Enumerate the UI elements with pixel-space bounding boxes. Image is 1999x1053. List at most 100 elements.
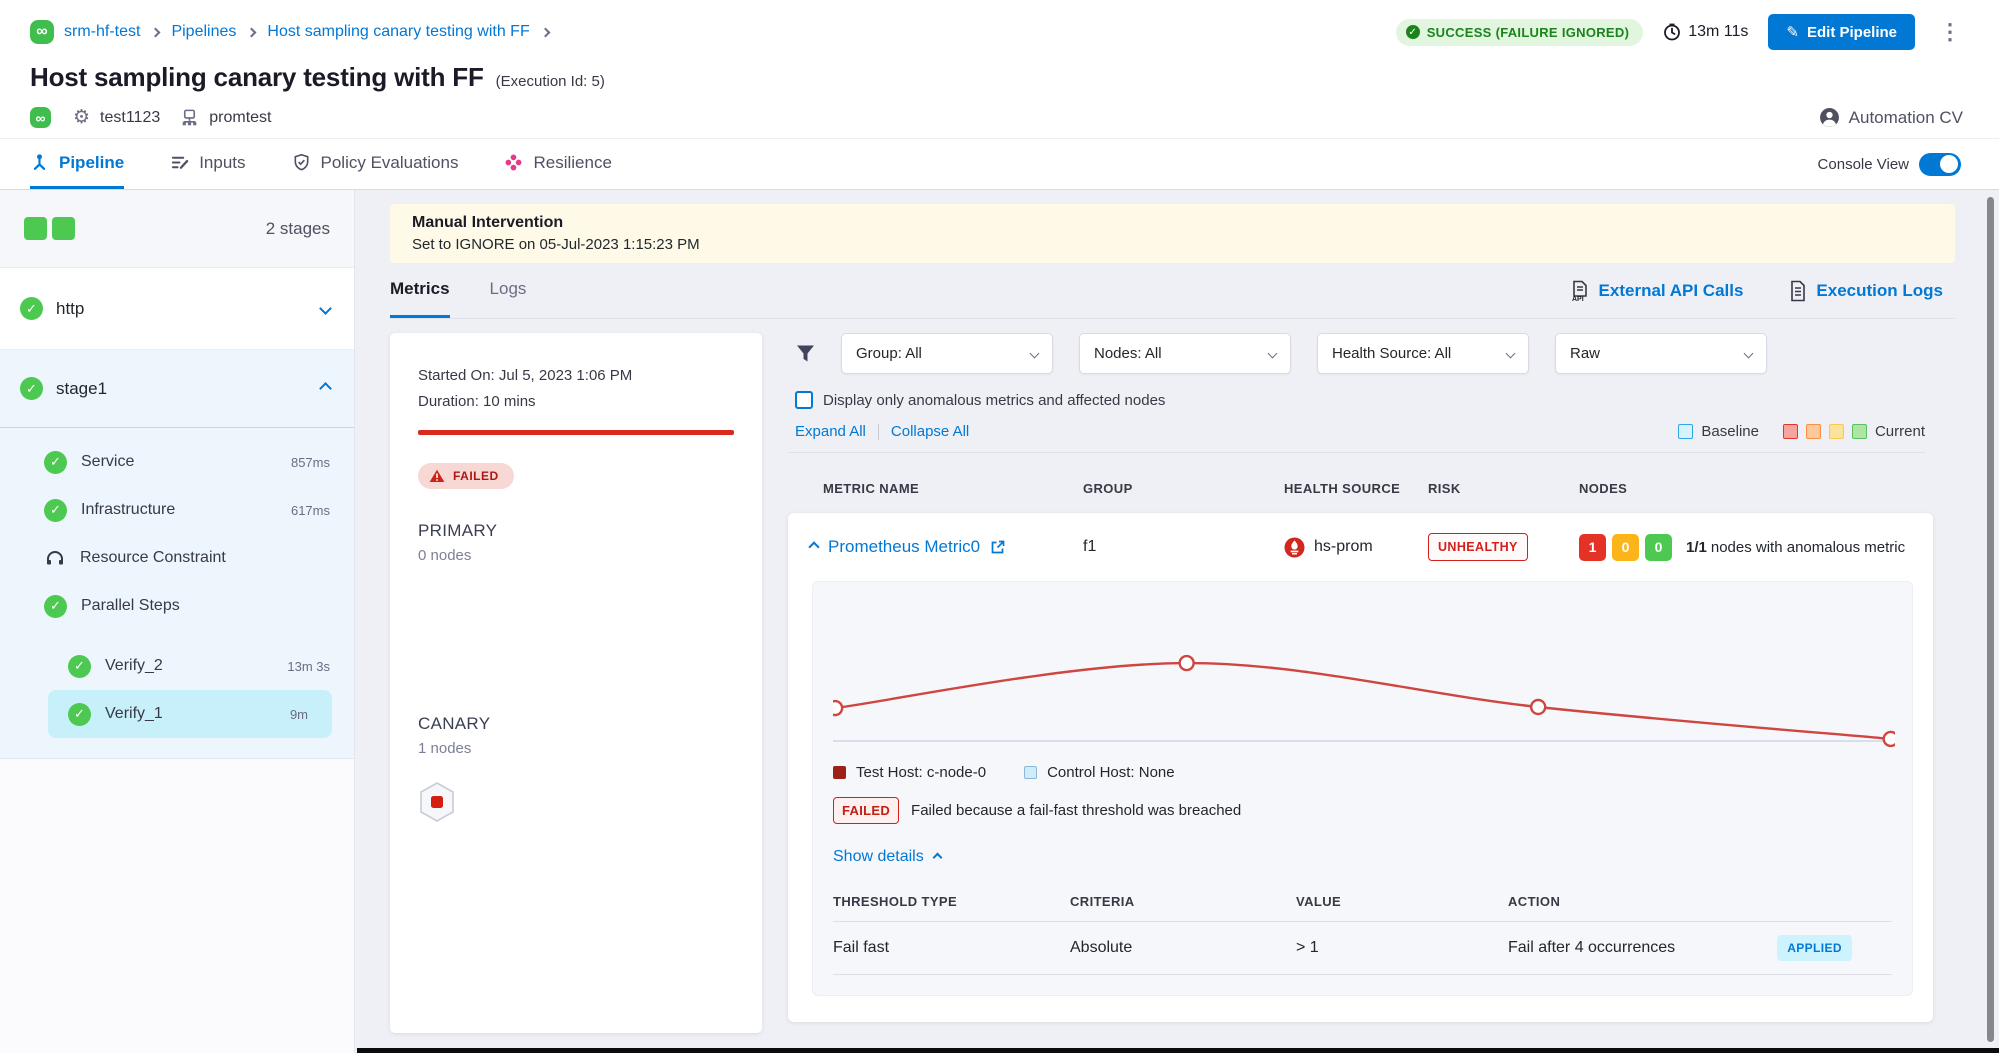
- breadcrumb-project[interactable]: srm-hf-test: [64, 23, 140, 41]
- console-view-toggle[interactable]: [1919, 153, 1961, 176]
- success-check-icon: [68, 703, 91, 726]
- nodes-filter-dropdown[interactable]: Nodes: All: [1079, 333, 1291, 374]
- chevron-down-icon: [1506, 349, 1516, 359]
- divider: [833, 974, 1892, 975]
- checkbox-unchecked[interactable]: [795, 391, 813, 409]
- tab-policy-evaluations[interactable]: Policy Evaluations: [292, 139, 459, 189]
- success-check-icon: [44, 499, 67, 522]
- sidebar-step-infrastructure[interactable]: Infrastructure 617ms: [0, 486, 354, 534]
- sidebar-step-resource-constraint[interactable]: Resource Constraint: [0, 534, 354, 582]
- node-count-red-badge: 1: [1579, 534, 1606, 561]
- current-label: Current: [1875, 423, 1925, 440]
- step-duration: 617ms: [291, 503, 330, 518]
- pencil-icon: [1786, 23, 1799, 41]
- harness-logo-icon: [30, 20, 54, 44]
- tab-pipeline[interactable]: Pipeline: [30, 139, 124, 189]
- canary-group-label: CANARY: [418, 714, 734, 734]
- banner-message: Set to IGNORE on 05-Jul-2023 1:15:23 PM: [412, 236, 1933, 253]
- tab-inputs[interactable]: Inputs: [170, 139, 245, 189]
- step-label: Service: [81, 453, 134, 471]
- execution-logs-link[interactable]: Execution Logs: [1789, 280, 1943, 302]
- metric-chart-panel: Test Host: c-node-0 Control Host: None F…: [812, 581, 1913, 996]
- elapsed-time: 13m 11s: [1663, 23, 1748, 41]
- data-mode-dropdown[interactable]: Raw: [1555, 333, 1767, 374]
- sidebar-step-verify1[interactable]: Verify_1 9m: [48, 690, 332, 738]
- stage-count: 2 stages: [266, 219, 330, 239]
- canary-node-count: 1 nodes: [418, 740, 734, 757]
- chevron-down-icon[interactable]: [321, 300, 330, 318]
- document-icon: [1789, 280, 1807, 302]
- collapse-all-link[interactable]: Collapse All: [891, 423, 969, 440]
- expand-all-link[interactable]: Expand All: [795, 423, 866, 440]
- api-document-icon: API: [1570, 280, 1590, 302]
- stage-name: stage1: [56, 379, 107, 399]
- success-check-icon: [68, 655, 91, 678]
- tab-logs[interactable]: Logs: [490, 263, 527, 318]
- tab-resilience[interactable]: Resilience: [504, 139, 611, 189]
- show-details-link[interactable]: Show details: [833, 848, 941, 866]
- clock-icon: [1663, 23, 1681, 41]
- console-view-label: Console View: [1818, 156, 1909, 173]
- step-duration: 9m: [290, 707, 308, 722]
- external-api-calls-link[interactable]: API External API Calls: [1570, 280, 1744, 302]
- success-check-icon: [1406, 25, 1420, 39]
- metric-name-link[interactable]: Prometheus Metric0: [828, 537, 980, 557]
- col-threshold-type: THRESHOLD TYPE: [833, 894, 1070, 909]
- chevron-up-icon[interactable]: [321, 380, 330, 398]
- edit-pipeline-button[interactable]: Edit Pipeline: [1768, 14, 1915, 50]
- service-name: test1123: [100, 109, 160, 127]
- success-check-icon: [20, 297, 43, 320]
- collapse-metric-chevron[interactable]: [810, 538, 818, 556]
- breadcrumb-pipelines[interactable]: Pipelines: [171, 23, 236, 41]
- chevron-down-icon: [1744, 349, 1754, 359]
- failure-reason-row: FAILED Failed because a fail-fast thresh…: [833, 797, 1892, 824]
- scrollbar[interactable]: [1987, 197, 1994, 1042]
- chevron-down-icon: [1268, 349, 1278, 359]
- environment-name: promtest: [209, 109, 271, 127]
- health-source-name: hs-prom: [1314, 538, 1373, 556]
- col-criteria: CRITERIA: [1070, 894, 1296, 909]
- anomalous-filter-checkbox[interactable]: Display only anomalous metrics and affec…: [788, 391, 1955, 409]
- tab-metrics[interactable]: Metrics: [390, 263, 450, 318]
- triggered-by-user: Automation CV: [1819, 107, 1963, 128]
- failed-badge: FAILED: [833, 797, 899, 824]
- chevron-up-icon: [932, 852, 942, 862]
- sidebar-step-parallel-steps[interactable]: Parallel Steps: [0, 582, 354, 630]
- col-value: VALUE: [1296, 894, 1508, 909]
- canary-node-hexagon[interactable]: [418, 781, 458, 823]
- environment-icon: [180, 108, 199, 127]
- sidebar-step-service[interactable]: Service 857ms: [0, 438, 354, 486]
- external-link-icon[interactable]: [990, 539, 1006, 555]
- step-duration: 13m 3s: [287, 659, 330, 674]
- divider: [788, 452, 1925, 453]
- verification-summary-card: Started On: Jul 5, 2023 1:06 PM Duration…: [390, 333, 762, 1033]
- user-avatar-icon: [1819, 107, 1840, 128]
- sidebar-step-verify2[interactable]: Verify_2 13m 3s: [0, 642, 354, 690]
- step-label: Infrastructure: [81, 501, 175, 519]
- shield-check-icon: [292, 153, 311, 172]
- execution-sidebar: 2 stages http stage1 Service 857ms Infra…: [0, 190, 355, 1053]
- group-filter-dropdown[interactable]: Group: All: [841, 333, 1053, 374]
- toggle-knob: [1940, 155, 1958, 173]
- stage-status-square-icon: [52, 217, 75, 240]
- success-check-icon: [44, 595, 67, 618]
- banner-title: Manual Intervention: [412, 214, 1933, 232]
- page-title: Host sampling canary testing with FF: [30, 62, 484, 93]
- warning-triangle-icon: [429, 469, 445, 483]
- failure-message: Failed because a fail-fast threshold was…: [911, 802, 1241, 819]
- step-duration: 857ms: [291, 455, 330, 470]
- sidebar-stage-http[interactable]: http: [0, 268, 354, 350]
- checkbox-label: Display only anomalous metrics and affec…: [823, 392, 1165, 409]
- sidebar-stage-stage1[interactable]: stage1: [0, 350, 354, 428]
- col-action: ACTION: [1508, 894, 1892, 909]
- breadcrumb-separator-icon: [247, 27, 257, 37]
- breadcrumb-pipeline-name[interactable]: Host sampling canary testing with FF: [267, 23, 529, 41]
- step-label: Verify_2: [105, 657, 163, 675]
- more-options-button[interactable]: [1935, 21, 1965, 43]
- main-content: Manual Intervention Set to IGNORE on 05-…: [355, 190, 1999, 1053]
- health-source-filter-dropdown[interactable]: Health Source: All: [1317, 333, 1529, 374]
- prometheus-icon: [1284, 537, 1305, 558]
- node-hexagon-icon: [418, 781, 456, 823]
- col-metric-name: METRIC NAME: [810, 481, 1083, 496]
- main-tabbar: Pipeline Inputs Policy Evaluations Resil…: [0, 138, 1999, 190]
